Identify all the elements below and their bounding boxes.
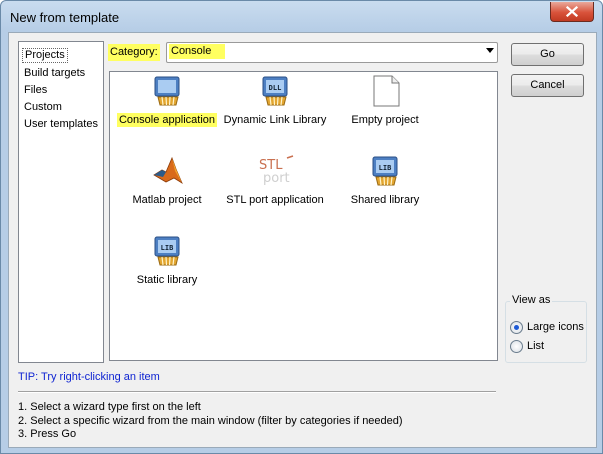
instruction-line: 1. Select a wizard type first on the lef… bbox=[18, 401, 201, 413]
shared-library-icon: LIB bbox=[370, 155, 402, 187]
svg-text:port: port bbox=[263, 171, 290, 186]
category-selected-value: Console bbox=[169, 44, 225, 59]
radio-large-icons[interactable]: Large icons bbox=[510, 320, 584, 335]
template-empty-project[interactable]: Empty project bbox=[330, 75, 440, 129]
template-label: Console application bbox=[116, 113, 217, 127]
close-icon bbox=[566, 6, 578, 17]
go-button[interactable]: Go bbox=[511, 43, 584, 66]
matlab-icon bbox=[152, 155, 184, 187]
view-as-title: View as bbox=[510, 294, 553, 306]
sidebar-item-user-templates[interactable]: User templates bbox=[22, 117, 100, 132]
template-label: Static library bbox=[136, 274, 198, 286]
cancel-button[interactable]: Cancel bbox=[511, 74, 584, 97]
svg-text:DLL: DLL bbox=[269, 84, 282, 92]
view-as-group: View as Large icons List bbox=[505, 294, 587, 363]
dll-icon: DLL bbox=[260, 75, 292, 107]
empty-project-icon bbox=[370, 75, 402, 107]
template-label: STL port application bbox=[226, 194, 324, 206]
wizard-type-list[interactable]: Projects Build targets Files Custom User… bbox=[18, 41, 104, 363]
dialog-title: New from template bbox=[10, 10, 120, 25]
sidebar-item-build-targets[interactable]: Build targets bbox=[22, 66, 87, 81]
dialog-window: New from template Projects Build targets… bbox=[0, 0, 603, 454]
instructions: 1. Select a wizard type first on the lef… bbox=[18, 401, 403, 442]
template-icon-panel[interactable]: Console application DLL Dynamic Link Lib… bbox=[109, 71, 498, 361]
dialog-client-area: Projects Build targets Files Custom User… bbox=[8, 32, 597, 448]
close-button[interactable] bbox=[550, 2, 594, 22]
tip-text: TIP: Try right-clicking an item bbox=[18, 371, 160, 383]
console-app-icon bbox=[152, 75, 184, 107]
template-label: Shared library bbox=[350, 194, 420, 206]
radio-button[interactable] bbox=[510, 340, 523, 353]
sidebar-item-files[interactable]: Files bbox=[22, 83, 49, 98]
instruction-line: 3. Press Go bbox=[18, 428, 77, 440]
static-library-icon: LIB bbox=[152, 235, 184, 267]
radio-button-checked[interactable] bbox=[510, 321, 523, 334]
divider bbox=[18, 391, 496, 393]
svg-text:LIB: LIB bbox=[161, 244, 174, 252]
svg-text:LIB: LIB bbox=[379, 164, 392, 172]
radio-label: List bbox=[527, 340, 545, 352]
category-dropdown[interactable]: Console bbox=[166, 42, 498, 63]
title-bar[interactable]: New from template bbox=[1, 1, 602, 33]
radio-label: Large icons bbox=[527, 321, 584, 333]
chevron-down-icon bbox=[486, 48, 494, 53]
template-static-library[interactable]: LIB Static library bbox=[112, 235, 222, 289]
template-stl-port-application[interactable]: STL port STL port application bbox=[220, 155, 330, 209]
template-label: Matlab project bbox=[132, 194, 202, 206]
sidebar-item-projects[interactable]: Projects bbox=[22, 48, 68, 63]
template-label: Empty project bbox=[351, 114, 419, 126]
template-dynamic-link-library[interactable]: DLL Dynamic Link Library bbox=[220, 75, 330, 129]
category-label: Category: bbox=[108, 44, 160, 61]
template-console-application[interactable]: Console application bbox=[112, 75, 222, 129]
instruction-line: 2. Select a specific wizard from the mai… bbox=[18, 414, 403, 427]
template-label: Dynamic Link Library bbox=[223, 114, 327, 126]
template-matlab-project[interactable]: Matlab project bbox=[112, 155, 222, 209]
sidebar-item-custom[interactable]: Custom bbox=[22, 100, 64, 115]
radio-list[interactable]: List bbox=[510, 339, 544, 354]
template-shared-library[interactable]: LIB Shared library bbox=[330, 155, 440, 209]
stlport-icon: STL port bbox=[259, 155, 294, 187]
